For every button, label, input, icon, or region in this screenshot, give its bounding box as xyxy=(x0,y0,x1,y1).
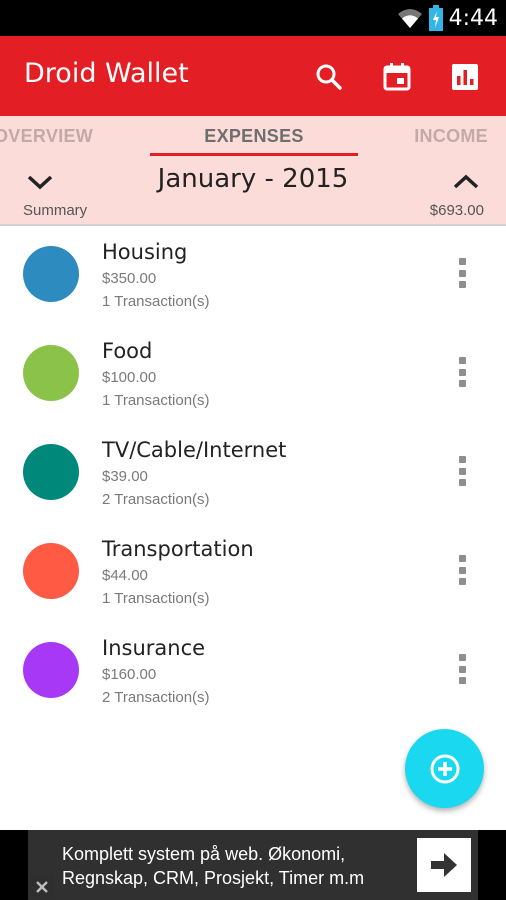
arrow-right-icon xyxy=(431,853,457,877)
ad-arrow-button[interactable] xyxy=(417,838,471,892)
category-transaction-count: 1 Transaction(s) xyxy=(102,392,210,409)
chart-button[interactable] xyxy=(442,54,488,100)
category-name: Transportation xyxy=(102,537,254,561)
search-button[interactable] xyxy=(306,54,352,100)
category-name: Food xyxy=(102,339,153,363)
category-color-dot xyxy=(23,345,79,401)
list-item[interactable]: Food $100.00 1 Transaction(s) xyxy=(0,325,506,424)
category-amount: $350.00 xyxy=(102,270,157,287)
tab-area: OVERVIEW EXPENSES INCOME January - 2015 … xyxy=(0,116,506,224)
category-amount: $44.00 xyxy=(102,567,148,584)
battery-icon xyxy=(428,5,443,31)
category-transaction-count: 2 Transaction(s) xyxy=(102,689,210,706)
month-label: January - 2015 xyxy=(157,164,349,194)
more-options-icon[interactable] xyxy=(448,355,476,389)
ad-content[interactable]: Komplett system på web. Økonomi, Regnska… xyxy=(28,830,478,900)
category-name: Insurance xyxy=(102,636,206,660)
status-time: 4:44 xyxy=(448,5,498,31)
category-transaction-count: 2 Transaction(s) xyxy=(102,491,210,508)
calendar-icon xyxy=(383,63,411,91)
category-color-dot xyxy=(23,246,79,302)
close-icon xyxy=(36,881,48,893)
add-button[interactable] xyxy=(405,729,484,808)
more-options-icon[interactable] xyxy=(448,454,476,488)
app-actions xyxy=(306,54,488,100)
calendar-button[interactable] xyxy=(374,54,420,100)
chart-icon xyxy=(452,64,478,90)
app-bar: Droid Wallet xyxy=(0,36,506,116)
category-name: TV/Cable/Internet xyxy=(102,438,287,462)
list-item[interactable]: Insurance $160.00 2 Transaction(s) xyxy=(0,622,506,721)
ad-text: Komplett system på web. Økonomi, Regnska… xyxy=(62,842,392,890)
ad-text-line-2: Regnskap, CRM, Prosjekt, Timer m.m xyxy=(62,868,365,888)
tab-income[interactable]: INCOME xyxy=(414,126,488,147)
status-icons: 4:44 xyxy=(397,0,498,36)
app-title: Droid Wallet xyxy=(24,58,189,89)
search-icon xyxy=(316,64,342,90)
ad-close-button[interactable] xyxy=(30,875,54,899)
category-color-dot xyxy=(23,444,79,500)
tab-indicator xyxy=(150,153,358,156)
month-row: January - 2015 xyxy=(0,162,506,202)
chevron-up-icon[interactable] xyxy=(450,168,482,196)
category-amount: $100.00 xyxy=(102,369,157,386)
more-options-icon[interactable] xyxy=(448,256,476,290)
category-amount: $39.00 xyxy=(102,468,148,485)
category-list: Housing $350.00 1 Transaction(s) Food $1… xyxy=(0,224,506,721)
more-options-icon[interactable] xyxy=(448,553,476,587)
tab-expenses[interactable]: EXPENSES xyxy=(150,126,358,147)
more-options-icon[interactable] xyxy=(448,652,476,686)
list-item[interactable]: TV/Cable/Internet $39.00 2 Transaction(s… xyxy=(0,424,506,523)
add-circle-icon xyxy=(430,754,459,783)
category-color-dot xyxy=(23,642,79,698)
wifi-icon xyxy=(397,9,422,28)
category-name: Housing xyxy=(102,240,188,264)
tab-overview[interactable]: OVERVIEW xyxy=(0,126,93,147)
summary-total: $693.00 xyxy=(429,202,484,219)
tab-strip: OVERVIEW EXPENSES INCOME xyxy=(0,116,506,158)
summary-label: Summary xyxy=(23,202,88,219)
status-bar: 4:44 xyxy=(0,0,506,36)
ad-banner[interactable]: Komplett system på web. Økonomi, Regnska… xyxy=(0,830,506,900)
list-item[interactable]: Transportation $44.00 1 Transaction(s) xyxy=(0,523,506,622)
list-item[interactable]: Housing $350.00 1 Transaction(s) xyxy=(0,226,506,325)
ad-text-line-1: Komplett system på web. Økonomi, xyxy=(62,844,346,864)
category-transaction-count: 1 Transaction(s) xyxy=(102,590,210,607)
category-amount: $160.00 xyxy=(102,666,157,683)
category-color-dot xyxy=(23,543,79,599)
category-transaction-count: 1 Transaction(s) xyxy=(102,293,210,310)
